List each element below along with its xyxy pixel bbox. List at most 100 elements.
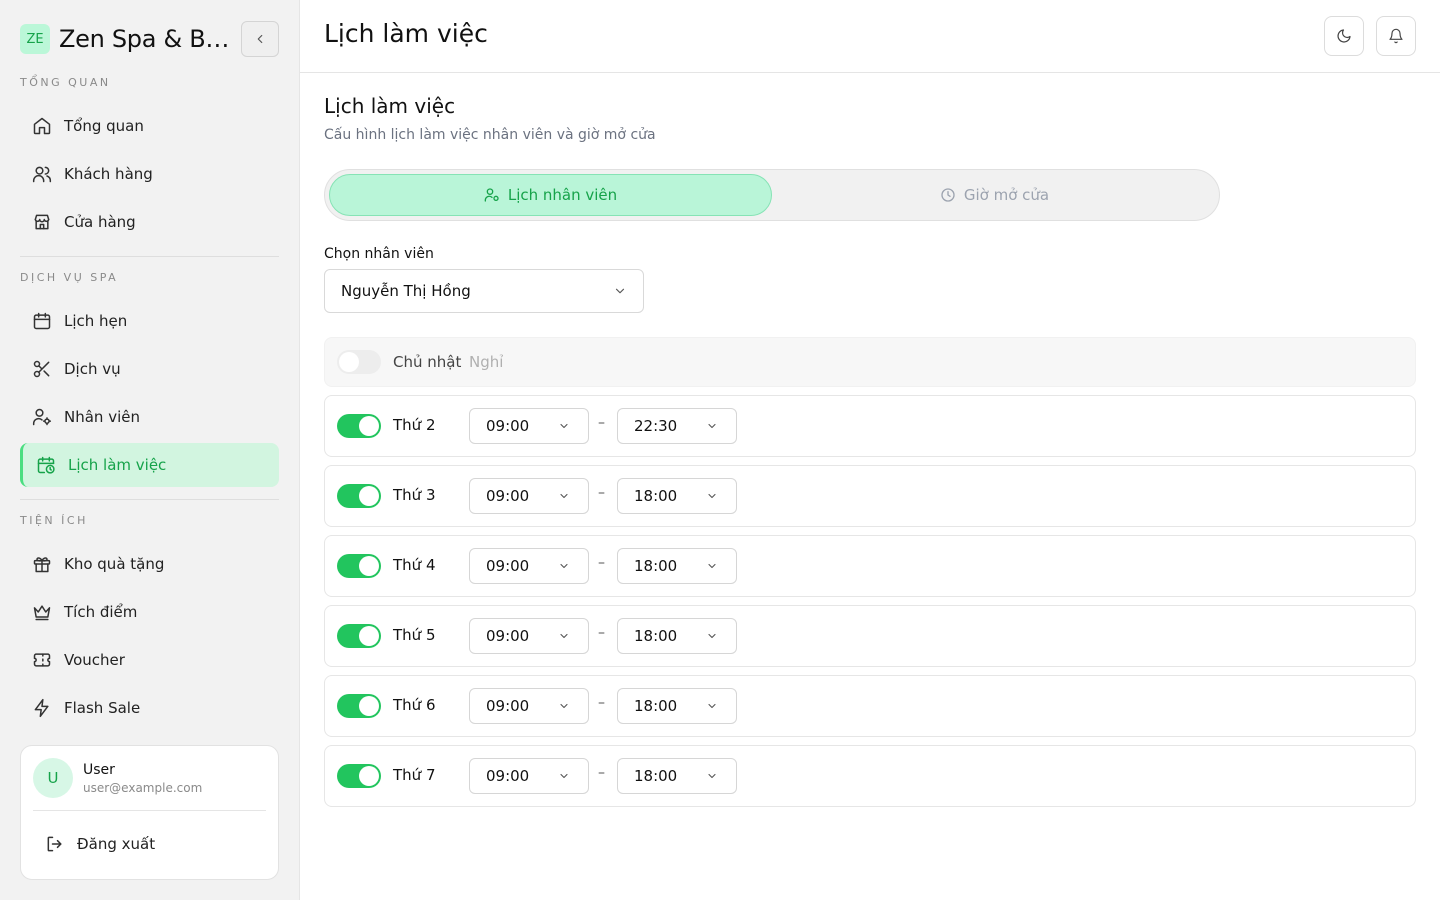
start-time-select[interactable]: 09:00	[469, 478, 589, 514]
sidebar-item-services[interactable]: Dịch vụ	[20, 347, 279, 391]
sidebar-item-label: Nhân viên	[64, 408, 140, 426]
end-time-select[interactable]: 22:30	[617, 408, 737, 444]
sidebar-item-staff[interactable]: Nhân viên	[20, 395, 279, 439]
start-time-select[interactable]: 09:00	[469, 548, 589, 584]
chevron-down-icon	[706, 700, 718, 712]
chevron-down-icon	[613, 284, 627, 298]
sidebar-item-loyalty-points[interactable]: Tích điểm	[20, 590, 279, 634]
day-toggle[interactable]	[337, 414, 381, 438]
sidebar-item-label: Tổng quan	[64, 117, 144, 135]
start-time-value: 09:00	[486, 697, 530, 715]
sidebar-item-label: Khách hàng	[64, 165, 153, 183]
section-label-utilities: TIỆN ÍCH	[20, 514, 88, 527]
user-email: user@example.com	[83, 781, 203, 795]
day-row-monday: Thứ 2 09:00 – 22:30	[324, 395, 1416, 457]
sidebar-item-gift-store[interactable]: Kho quà tặng	[20, 542, 279, 586]
sidebar-item-voucher[interactable]: Voucher	[20, 638, 279, 682]
sidebar-item-work-schedule[interactable]: Lịch làm việc	[20, 443, 279, 487]
logout-button[interactable]: Đăng xuất	[45, 834, 155, 854]
chevron-down-icon	[706, 770, 718, 782]
time-range-separator: –	[598, 695, 605, 711]
home-icon	[32, 116, 52, 136]
start-time-value: 09:00	[486, 487, 530, 505]
day-toggle[interactable]	[337, 350, 381, 374]
schedule-panel: Lịch làm việc Cấu hình lịch làm việc nhâ…	[324, 94, 1416, 807]
sidebar-item-label: Lịch hẹn	[64, 312, 128, 330]
notifications-button[interactable]	[1376, 16, 1416, 56]
bell-icon	[1389, 28, 1403, 44]
calendar-clock-icon	[36, 455, 56, 475]
avatar: U	[33, 758, 73, 798]
start-time-select[interactable]: 09:00	[469, 408, 589, 444]
tab-label: Lịch nhân viên	[507, 186, 618, 204]
toggle-knob	[339, 352, 359, 372]
start-time-select[interactable]: 09:00	[469, 618, 589, 654]
user-clock-icon	[484, 187, 500, 203]
end-time-value: 18:00	[634, 627, 678, 645]
start-time-value: 09:00	[486, 417, 530, 435]
crown-icon	[32, 602, 52, 622]
day-toggle[interactable]	[337, 764, 381, 788]
sidebar-item-label: Flash Sale	[64, 699, 141, 717]
end-time-value: 18:00	[634, 557, 678, 575]
employee-select-value: Nguyễn Thị Hồng	[341, 282, 471, 300]
day-row-saturday: Thứ 7 09:00 – 18:00	[324, 745, 1416, 807]
toggle-knob	[359, 416, 379, 436]
end-time-select[interactable]: 18:00	[617, 688, 737, 724]
scissors-icon	[32, 359, 52, 379]
topbar: Lịch làm việc	[300, 0, 1440, 73]
sidebar-divider	[20, 256, 279, 257]
time-range-separator: –	[598, 555, 605, 571]
day-row-sunday: Chủ nhật Nghỉ	[324, 337, 1416, 387]
tab-staff-schedule[interactable]: Lịch nhân viên	[329, 174, 772, 216]
sidebar-item-flash-sale[interactable]: Flash Sale	[20, 686, 279, 730]
start-time-select[interactable]: 09:00	[469, 688, 589, 724]
chevron-down-icon	[706, 420, 718, 432]
start-time-select[interactable]: 09:00	[469, 758, 589, 794]
page-title: Lịch làm việc	[324, 19, 488, 48]
sidebar-item-stores[interactable]: Cửa hàng	[20, 200, 279, 244]
toggle-knob	[359, 486, 379, 506]
day-toggle[interactable]	[337, 484, 381, 508]
calendar-icon	[32, 311, 52, 331]
end-time-select[interactable]: 18:00	[617, 548, 737, 584]
user-cog-icon	[32, 407, 52, 427]
end-time-select[interactable]: 18:00	[617, 478, 737, 514]
day-toggle[interactable]	[337, 624, 381, 648]
user-name: User	[83, 762, 115, 778]
sidebar-divider	[20, 499, 279, 500]
day-toggle[interactable]	[337, 694, 381, 718]
day-name: Chủ nhật	[393, 353, 462, 371]
employee-select[interactable]: Nguyễn Thị Hồng	[324, 269, 644, 313]
day-name: Thứ 3	[393, 486, 436, 504]
day-toggle[interactable]	[337, 554, 381, 578]
end-time-select[interactable]: 18:00	[617, 618, 737, 654]
user-card-divider	[33, 810, 266, 811]
end-time-value: 22:30	[634, 417, 678, 435]
collapse-sidebar-button[interactable]	[241, 21, 279, 57]
sidebar-item-label: Voucher	[64, 651, 125, 669]
tab-label: Giờ mở cửa	[963, 186, 1050, 204]
logout-label: Đăng xuất	[77, 835, 156, 853]
start-time-value: 09:00	[486, 557, 530, 575]
brand: ZE Zen Spa & Beauty	[20, 20, 280, 58]
main-content: Lịch làm việc Lịch làm việc Cấu hình lịc…	[300, 0, 1440, 900]
sidebar-item-customers[interactable]: Khách hàng	[20, 152, 279, 196]
sidebar-item-label: Cửa hàng	[64, 213, 136, 231]
clock-icon	[940, 187, 956, 203]
schedule-tabs: Lịch nhân viên Giờ mở cửa	[324, 169, 1220, 221]
chevron-down-icon	[558, 630, 570, 642]
day-name: Thứ 7	[393, 766, 436, 784]
toggle-knob	[359, 766, 379, 786]
sidebar-item-overview[interactable]: Tổng quan	[20, 104, 279, 148]
sidebar-item-label: Dịch vụ	[64, 360, 121, 378]
toggle-knob	[359, 556, 379, 576]
chevron-down-icon	[558, 700, 570, 712]
tab-opening-hours[interactable]: Giờ mở cửa	[773, 174, 1216, 216]
end-time-select[interactable]: 18:00	[617, 758, 737, 794]
chevron-down-icon	[558, 770, 570, 782]
day-name: Thứ 5	[393, 626, 436, 644]
theme-toggle-button[interactable]	[1324, 16, 1364, 56]
moon-icon	[1337, 29, 1351, 43]
sidebar-item-appointments[interactable]: Lịch hẹn	[20, 299, 279, 343]
